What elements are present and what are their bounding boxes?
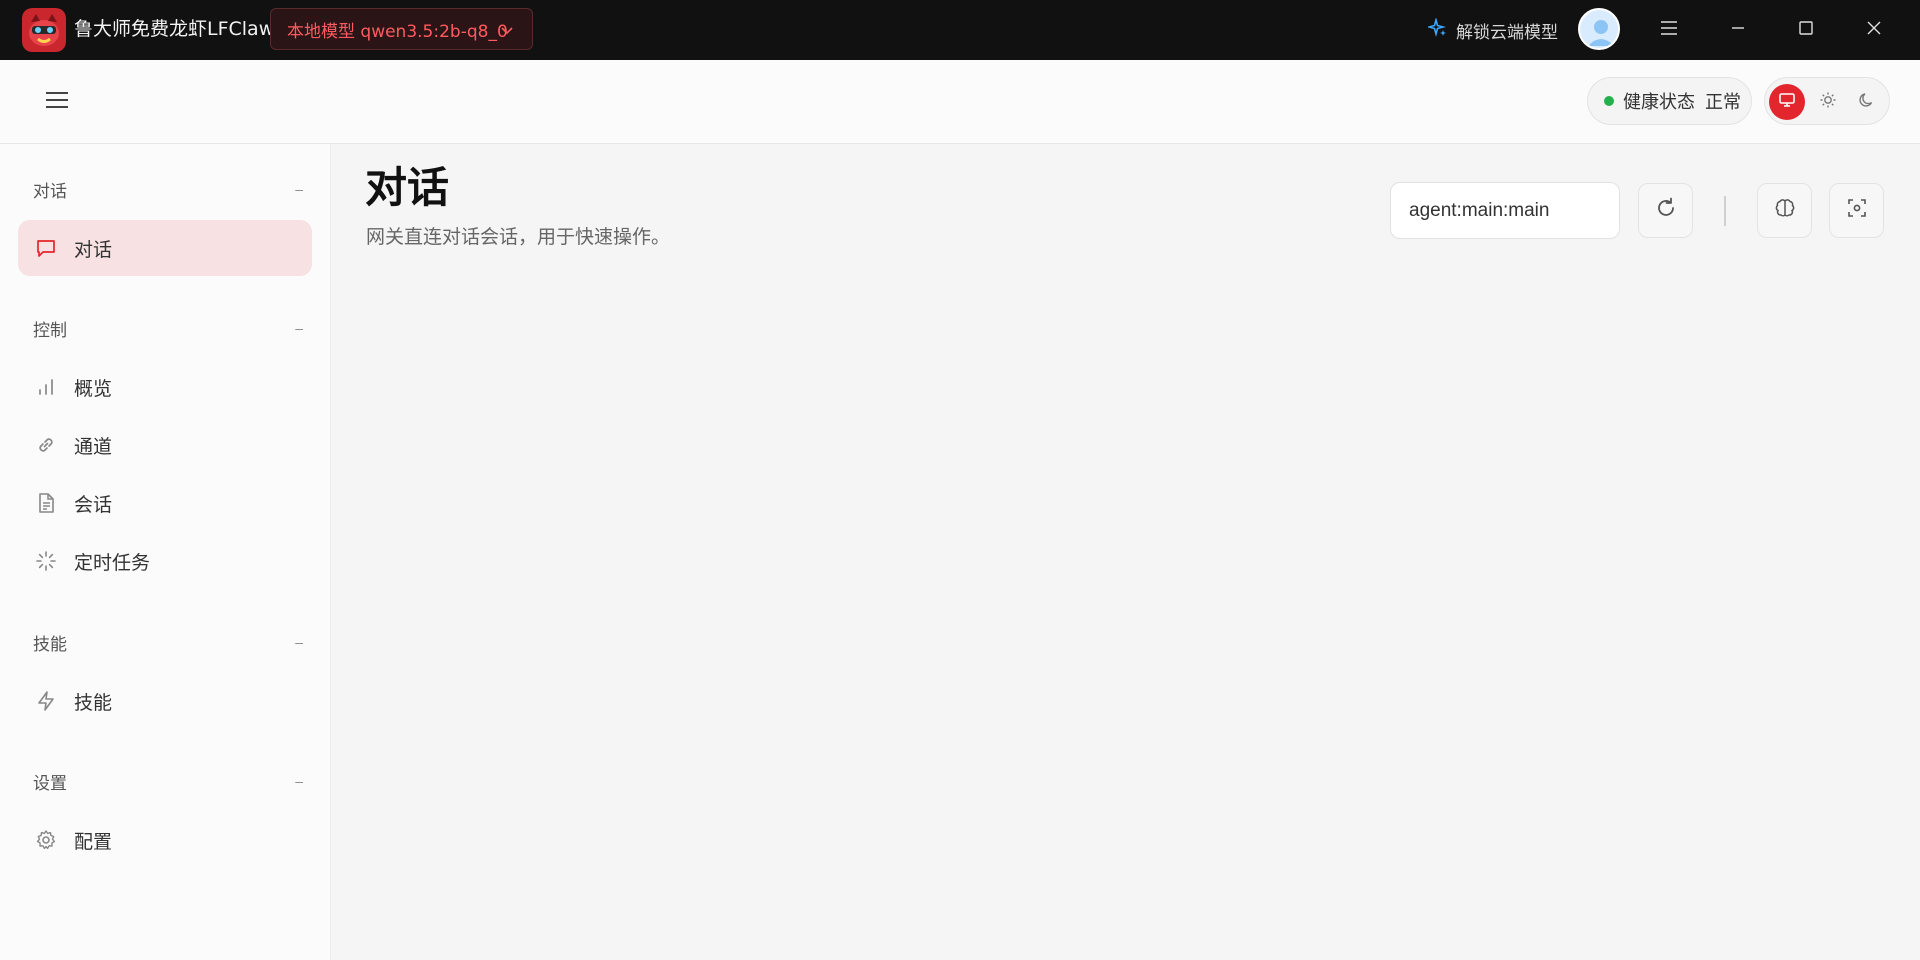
focus-mode-button[interactable] [1829, 183, 1884, 238]
sidebar-item-skills[interactable]: 技能 [18, 673, 312, 729]
collapse-icon: – [295, 181, 303, 197]
sidebar-section-title: 技能 [33, 634, 67, 655]
sidebar-item-overview[interactable]: 概览 [18, 359, 312, 415]
top-header: 健康状态 正常 [0, 60, 1920, 144]
minimize-icon [1730, 20, 1746, 41]
health-status-label: 健康状态 [1623, 92, 1695, 113]
sidebar-item-label: 技能 [74, 691, 113, 714]
document-icon [34, 491, 58, 515]
thinking-toggle-button[interactable] [1757, 183, 1812, 238]
sparkle-icon [1425, 16, 1448, 43]
gear-icon [34, 828, 58, 852]
close-icon [1866, 20, 1882, 41]
unlock-cloud-model-button[interactable]: 解锁云端模型 [1425, 16, 1558, 44]
theme-dark-button[interactable] [1849, 84, 1885, 120]
page-title: 对话 [365, 163, 450, 212]
session-key-input[interactable] [1390, 182, 1620, 239]
collapse-icon: – [295, 320, 303, 336]
sidebar-section-skills[interactable]: 技能 – [33, 630, 303, 655]
app-logo [22, 8, 66, 52]
theme-light-button[interactable] [1810, 84, 1846, 120]
monitor-icon [1778, 91, 1796, 114]
unlock-cloud-label: 解锁云端模型 [1456, 22, 1558, 43]
lightning-icon [34, 689, 58, 713]
sidebar-item-sessions[interactable]: 会话 [18, 475, 312, 531]
maximize-icon [1798, 20, 1814, 41]
sidebar-section-chat[interactable]: 对话 – [33, 177, 303, 202]
health-status-value: 正常 [1705, 92, 1741, 113]
sidebar-toggle-button[interactable] [40, 85, 74, 119]
loader-icon [34, 549, 58, 573]
link-icon [34, 433, 58, 457]
sidebar-item-chat[interactable]: 对话 [18, 220, 312, 276]
model-select-dropdown[interactable]: 本地模型 qwen3.5:2b-q8_0 [270, 8, 533, 50]
brain-icon [1773, 196, 1797, 225]
health-status-badge: 健康状态 正常 [1587, 77, 1752, 125]
sidebar-section-settings[interactable]: 设置 – [33, 769, 303, 794]
sidebar-item-label: 定时任务 [74, 551, 151, 574]
minimize-button[interactable] [1722, 14, 1754, 46]
collapse-icon: – [295, 773, 303, 789]
sidebar-item-label: 对话 [74, 238, 113, 261]
bar-chart-icon [34, 375, 58, 399]
sidebar-section-control[interactable]: 控制 – [33, 316, 303, 341]
hamburger-icon [45, 90, 69, 115]
chat-bubble-icon [34, 236, 58, 260]
focus-icon [1846, 197, 1868, 224]
sidebar-item-channels[interactable]: 通道 [18, 417, 312, 473]
refresh-icon [1654, 196, 1678, 225]
sidebar-item-scheduled-tasks[interactable]: 定时任务 [18, 533, 312, 589]
moon-icon [1858, 91, 1876, 114]
app-title: 鲁大师免费龙虾LFClaw [74, 18, 275, 40]
sidebar-section-title: 设置 [33, 773, 67, 794]
toolbar-divider [1724, 196, 1726, 226]
maximize-button[interactable] [1790, 14, 1822, 46]
refresh-button[interactable] [1638, 183, 1693, 238]
sidebar-item-label: 会话 [74, 493, 113, 516]
collapse-icon: – [295, 634, 303, 650]
sidebar: 对话 – 对话 控制 – 概览 通道 会话 定时任务 技能 – 技能 设置 – … [0, 144, 331, 960]
sidebar-item-label: 概览 [74, 377, 113, 400]
page-subtitle: 网关直连对话会话，用于快速操作。 [366, 226, 671, 248]
menu-button[interactable] [1653, 14, 1685, 46]
model-select-label: 本地模型 qwen3.5:2b-q8_0 [287, 21, 508, 42]
sidebar-section-title: 对话 [33, 181, 67, 202]
theme-system-button[interactable] [1769, 84, 1805, 120]
title-bar: 鲁大师免费龙虾LFClaw 本地模型 qwen3.5:2b-q8_0 解锁云端模… [0, 0, 1920, 60]
user-avatar[interactable] [1578, 8, 1620, 50]
sidebar-item-label: 配置 [74, 830, 113, 853]
health-status-dot [1604, 96, 1614, 106]
sun-icon [1819, 91, 1837, 114]
sidebar-item-config[interactable]: 配置 [18, 812, 312, 868]
sidebar-item-label: 通道 [74, 435, 113, 458]
theme-switcher [1764, 77, 1890, 125]
menu-icon [1659, 20, 1679, 41]
chevron-down-icon [500, 23, 514, 37]
sidebar-section-title: 控制 [33, 320, 67, 341]
close-button[interactable] [1858, 14, 1890, 46]
